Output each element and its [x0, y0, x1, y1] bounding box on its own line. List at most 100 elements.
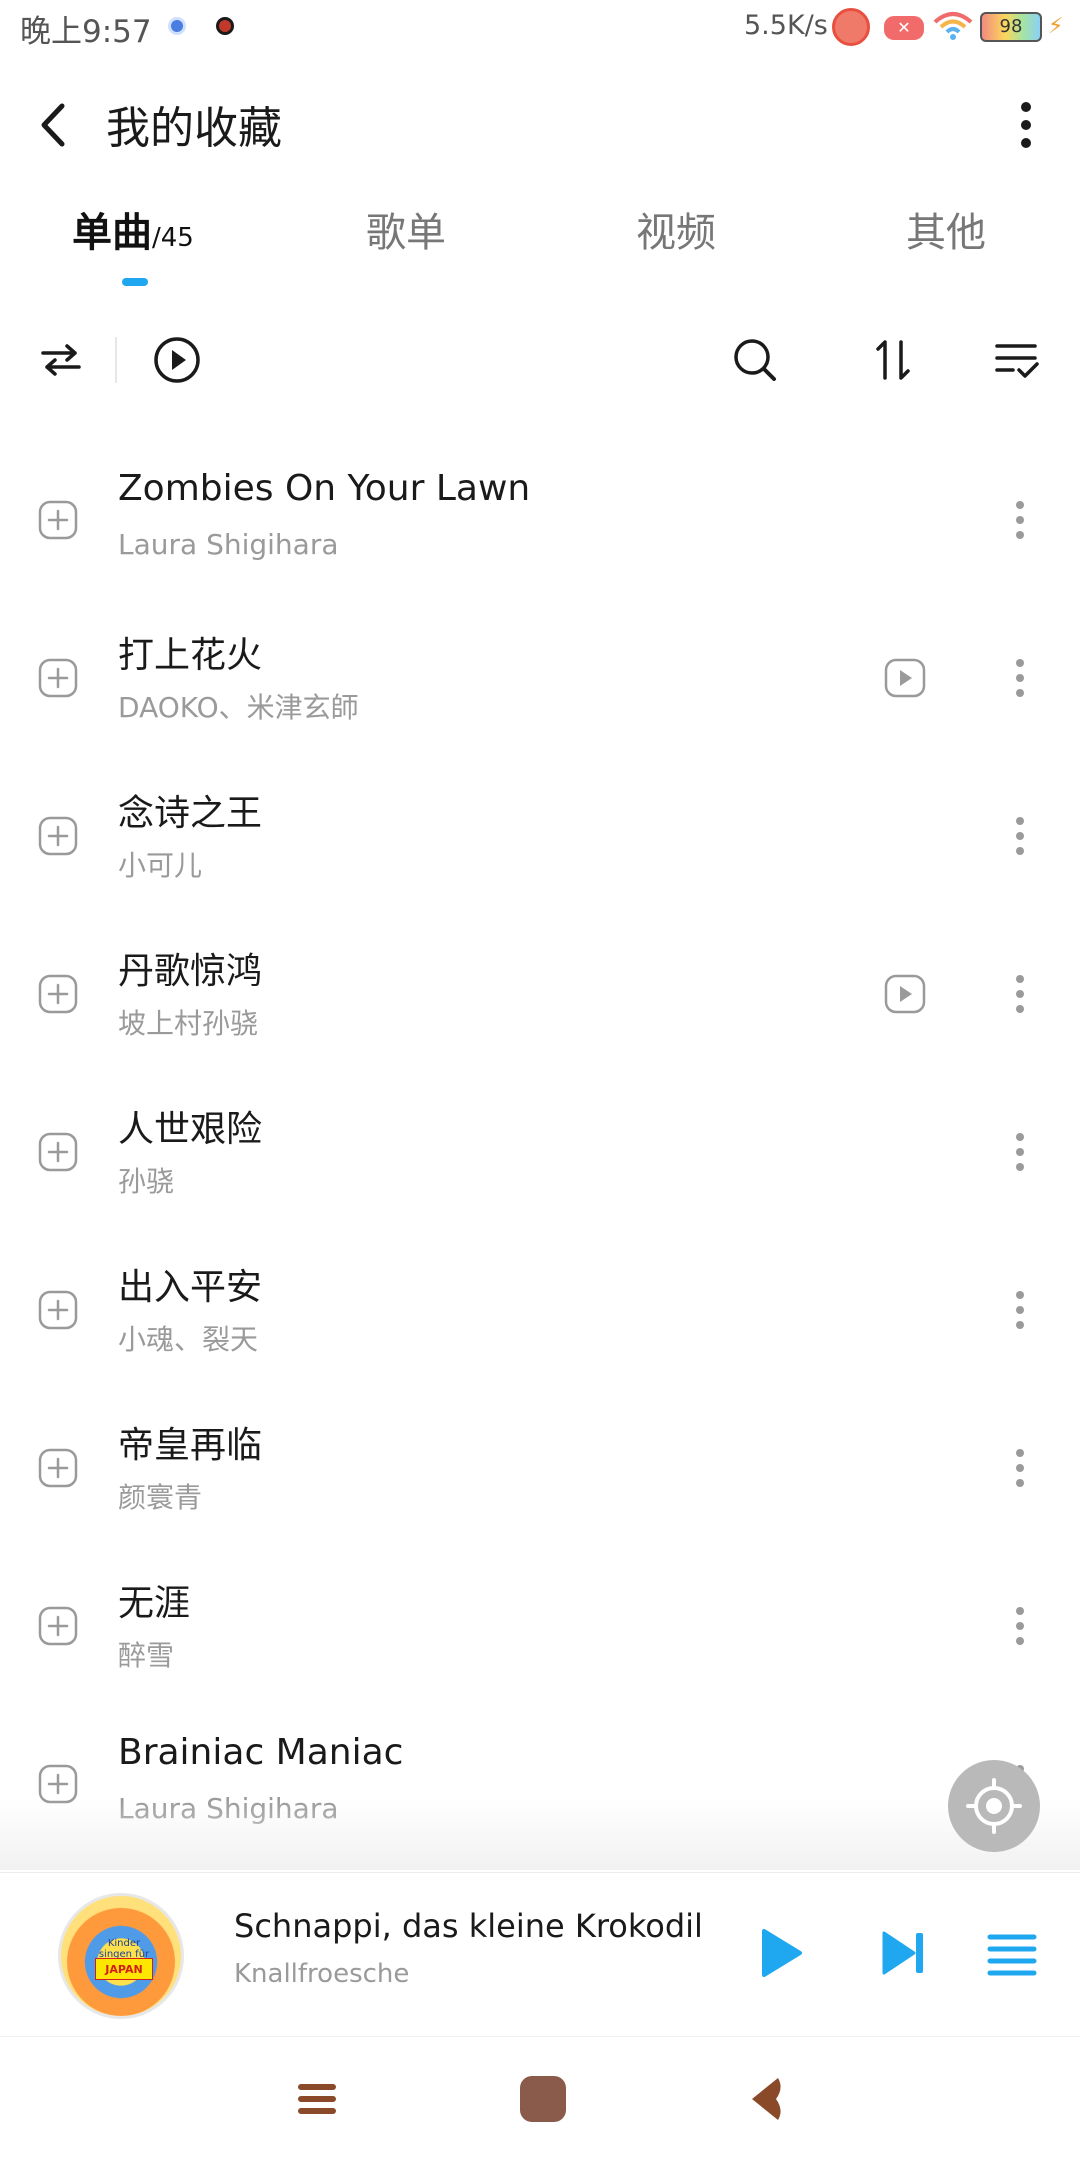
tab-singles[interactable]: 单曲/45	[72, 200, 194, 270]
song-more-button[interactable]	[1002, 811, 1038, 861]
song-row[interactable]: Zombies On Your Lawn Laura Shigihara	[0, 440, 1080, 598]
add-icon[interactable]	[38, 658, 78, 698]
song-more-button[interactable]	[1002, 1127, 1038, 1177]
search-icon	[734, 339, 776, 381]
song-more-button[interactable]	[1002, 1443, 1038, 1493]
add-icon[interactable]	[38, 1764, 78, 1804]
song-more-button[interactable]	[1002, 1285, 1038, 1335]
more-vertical-icon	[1016, 1291, 1024, 1329]
toolbar-divider	[115, 337, 117, 383]
play-circle-icon	[154, 337, 200, 383]
add-icon[interactable]	[38, 1132, 78, 1172]
song-artist: 醉雪	[118, 1639, 175, 1672]
home-icon	[520, 2076, 566, 2122]
song-row[interactable]: 人世艰险 孙骁	[0, 1072, 1080, 1230]
song-more-button[interactable]	[1002, 653, 1038, 703]
target-icon	[966, 1778, 1022, 1834]
song-more-button[interactable]	[1002, 969, 1038, 1019]
song-more-button[interactable]	[1002, 495, 1038, 545]
page-title: 我的收藏	[106, 103, 282, 154]
back-button[interactable]	[28, 90, 78, 160]
album-cover-label: JAPAN	[95, 1958, 153, 1980]
alarm-icon	[832, 8, 870, 46]
status-bar: 晚上9:57 5.5K/s ✕ 98 ⚡	[0, 0, 1080, 56]
more-vertical-icon	[1016, 659, 1024, 697]
more-vertical-icon	[1016, 817, 1024, 855]
list-toolbar	[0, 325, 1080, 395]
song-artist: 颜寰青	[118, 1481, 203, 1514]
nav-menu-button[interactable]	[282, 2067, 352, 2131]
play-icon[interactable]	[750, 1923, 810, 1983]
search-button[interactable]	[720, 325, 790, 395]
menu-icon	[298, 2084, 336, 2114]
song-more-button[interactable]	[1002, 1601, 1038, 1651]
mv-icon[interactable]	[884, 974, 926, 1014]
back-icon	[752, 2078, 781, 2120]
tab-videos[interactable]: 视频	[636, 200, 716, 270]
charging-icon: ⚡	[1048, 14, 1064, 39]
song-row[interactable]: 出入平安 小魂、裂天	[0, 1230, 1080, 1388]
tab-bar: 单曲/45 歌单 视频 其他	[0, 200, 1080, 290]
song-artist: DAOKO、米津玄師	[118, 691, 359, 724]
song-row[interactable]: 无涯 醉雪	[0, 1546, 1080, 1704]
add-icon[interactable]	[38, 1448, 78, 1488]
song-title: 出入平安	[118, 1267, 263, 1308]
song-title: 无涯	[118, 1583, 191, 1624]
song-list: Zombies On Your Lawn Laura Shigihara 打上花…	[0, 440, 1080, 1862]
play-all-button[interactable]	[142, 325, 212, 395]
tab-count: /45	[152, 223, 194, 253]
multi-select-button[interactable]	[982, 325, 1052, 395]
add-icon[interactable]	[38, 1606, 78, 1646]
song-row[interactable]: 念诗之王 小可儿	[0, 756, 1080, 914]
back-arrow-icon	[41, 103, 65, 147]
multi-select-icon	[995, 344, 1039, 378]
sort-icon	[876, 340, 910, 380]
list-fade	[0, 1800, 1080, 1870]
nav-back-button[interactable]	[730, 2067, 800, 2131]
network-speed: 5.5K/s	[744, 10, 828, 41]
more-vertical-icon	[1016, 1607, 1024, 1645]
tab-label: 单曲	[72, 210, 152, 256]
next-icon[interactable]	[874, 1923, 934, 1983]
system-nav-bar	[0, 2036, 1080, 2160]
song-artist: 小可儿	[118, 849, 203, 882]
album-cover[interactable]: Kinder singen für JAPAN	[58, 1893, 184, 2019]
song-row[interactable]: 打上花火 DAOKO、米津玄師	[0, 598, 1080, 756]
queue-icon[interactable]	[982, 1923, 1042, 1983]
notification-app-icon	[216, 17, 234, 35]
header: 我的收藏	[0, 70, 1080, 180]
add-icon[interactable]	[38, 816, 78, 856]
song-title: 帝皇再临	[118, 1425, 263, 1466]
song-title: Brainiac Maniac	[118, 1732, 404, 1773]
more-vertical-icon	[1016, 1133, 1024, 1171]
sim-off-icon: ✕	[884, 16, 924, 40]
mini-player[interactable]: Kinder singen für JAPAN Schnappi, das kl…	[0, 1872, 1080, 2036]
nav-home-button[interactable]	[508, 2067, 578, 2131]
add-icon[interactable]	[38, 1290, 78, 1330]
more-vertical-icon	[1016, 975, 1024, 1013]
add-icon[interactable]	[38, 974, 78, 1014]
add-icon[interactable]	[38, 500, 78, 540]
song-title: 念诗之王	[118, 793, 263, 834]
song-artist: 坡上村孙骁	[118, 1007, 259, 1040]
song-title: 丹歌惊鸿	[118, 951, 263, 992]
sort-button[interactable]	[858, 325, 928, 395]
song-artist: 孙骁	[118, 1165, 175, 1198]
locate-playing-button[interactable]	[948, 1760, 1040, 1852]
song-artist: Laura Shigihara	[118, 528, 339, 561]
more-options-button[interactable]	[1000, 90, 1052, 160]
shuffle-button[interactable]	[26, 325, 96, 395]
more-vertical-icon	[1021, 102, 1031, 148]
tab-playlists[interactable]: 歌单	[366, 200, 446, 270]
song-title: 人世艰险	[118, 1109, 263, 1150]
notification-app-icon	[168, 17, 186, 35]
tab-indicator	[122, 278, 148, 286]
song-title: 打上花火	[118, 635, 263, 676]
status-time: 晚上9:57	[20, 14, 152, 50]
now-playing-artist: Knallfroesche	[234, 1959, 410, 1989]
mv-icon[interactable]	[884, 658, 926, 698]
song-row[interactable]: 丹歌惊鸿 坡上村孙骁	[0, 914, 1080, 1072]
song-row[interactable]: 帝皇再临 颜寰青	[0, 1388, 1080, 1546]
album-cover-subtitle: Kinder singen für	[98, 1938, 150, 1960]
tab-other[interactable]: 其他	[906, 200, 986, 270]
